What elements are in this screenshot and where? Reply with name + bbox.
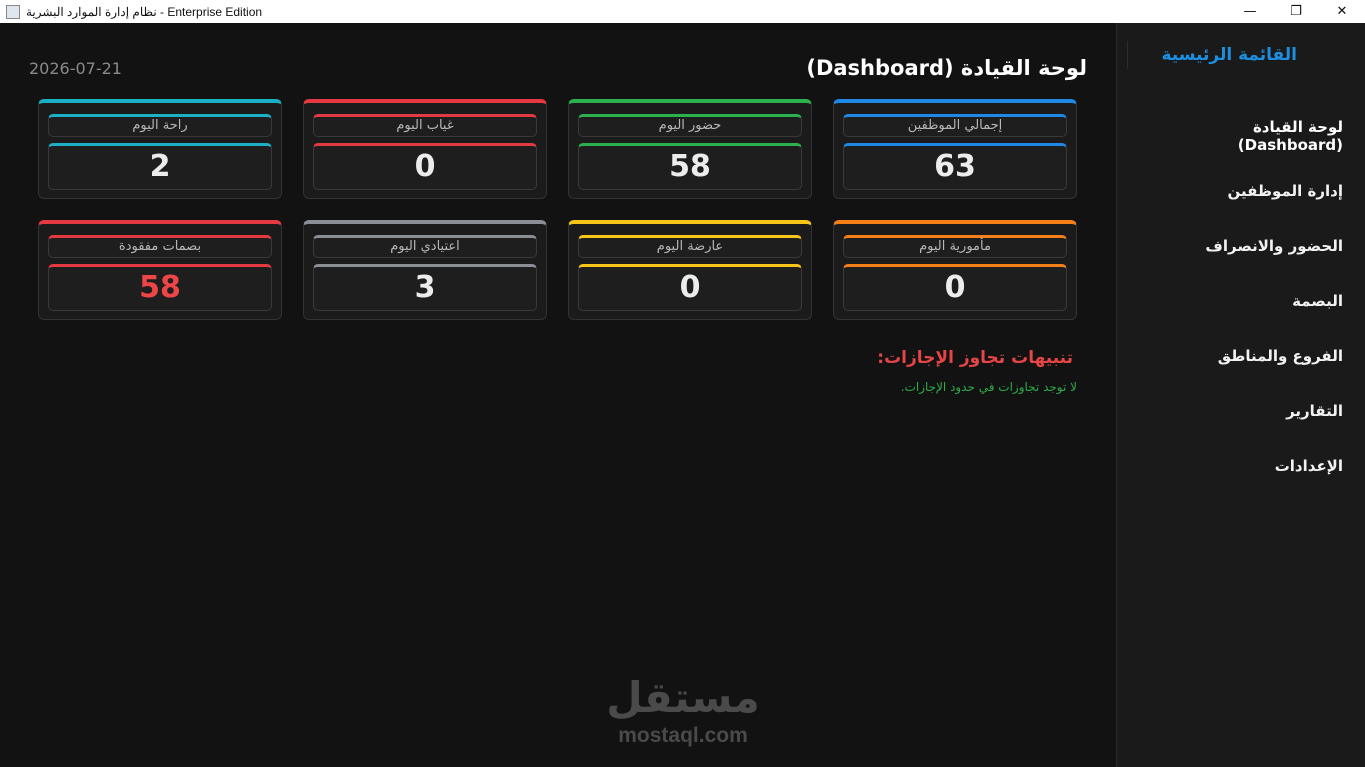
title-bar: نظام إدارة الموارد البشرية - Enterprise …: [0, 0, 1365, 23]
sidebar: القائمة الرئيسية لوحة القيادة (Dashboard…: [1116, 23, 1365, 767]
stat-label: عارضة اليوم: [578, 235, 802, 258]
sidebar-nav: لوحة القيادة (Dashboard) إدارة الموظفين …: [1143, 108, 1343, 493]
stat-card-regular-leave-today: اعتيادي اليوم 3: [303, 220, 547, 320]
stat-value: 2: [48, 143, 272, 190]
stat-value: 3: [313, 264, 537, 311]
stat-value: 0: [843, 264, 1067, 311]
stat-label: مأمورية اليوم: [843, 235, 1067, 258]
current-date: 2026-07-21: [29, 59, 122, 78]
stat-label: راحة اليوم: [48, 114, 272, 137]
stat-value: 0: [313, 143, 537, 190]
sidebar-divider: [1127, 41, 1128, 69]
stat-card-absent-today: غياب اليوم 0: [303, 99, 547, 199]
sidebar-item-attendance[interactable]: الحضور والانصراف: [1143, 218, 1343, 273]
stat-card-casual-leave-today: عارضة اليوم 0: [568, 220, 812, 320]
sidebar-title: القائمة الرئيسية: [1161, 45, 1298, 65]
stat-value: 63: [843, 143, 1067, 190]
maximize-button[interactable]: ❐: [1273, 0, 1319, 23]
watermark: مستقل mostaql.com: [598, 672, 768, 748]
sidebar-item-dashboard[interactable]: لوحة القيادة (Dashboard): [1143, 108, 1343, 163]
sidebar-item-settings[interactable]: الإعدادات: [1143, 438, 1343, 493]
stat-label: اعتيادي اليوم: [313, 235, 537, 258]
stat-card-total-employees: إجمالي الموظفين 63: [833, 99, 1077, 199]
page-title: لوحة القيادة (Dashboard): [806, 56, 1087, 80]
stat-card-rest-today: راحة اليوم 2: [38, 99, 282, 199]
sidebar-item-reports[interactable]: التقارير: [1143, 383, 1343, 438]
stat-card-present-today: حضور اليوم 58: [568, 99, 812, 199]
stat-value: 58: [578, 143, 802, 190]
stat-label: غياب اليوم: [313, 114, 537, 137]
window-title: نظام إدارة الموارد البشرية - Enterprise …: [26, 4, 263, 19]
stat-card-missing-punches: بصمات مفقودة 58: [38, 220, 282, 320]
window-controls: — ❐ ✕: [1227, 0, 1365, 23]
sidebar-item-branches[interactable]: الفروع والمناطق: [1143, 328, 1343, 383]
leave-alerts-message: لا توجد تجاوزات في حدود الإجازات.: [900, 380, 1077, 394]
leave-alerts-title: تنبيهات تجاوز الإجازات:: [877, 348, 1073, 368]
stat-value: 58: [48, 264, 272, 311]
minimize-button[interactable]: —: [1227, 0, 1273, 23]
watermark-url: mostaql.com: [618, 724, 748, 747]
stat-card-mission-today: مأمورية اليوم 0: [833, 220, 1077, 320]
stat-label: إجمالي الموظفين: [843, 114, 1067, 137]
close-button[interactable]: ✕: [1319, 0, 1365, 23]
app-icon: [6, 4, 20, 19]
sidebar-item-fingerprint[interactable]: البصمة: [1143, 273, 1343, 328]
stat-label: بصمات مفقودة: [48, 235, 272, 258]
stat-value: 0: [578, 264, 802, 311]
watermark-logo: مستقل: [606, 673, 760, 722]
stat-label: حضور اليوم: [578, 114, 802, 137]
sidebar-item-employees[interactable]: إدارة الموظفين: [1143, 163, 1343, 218]
